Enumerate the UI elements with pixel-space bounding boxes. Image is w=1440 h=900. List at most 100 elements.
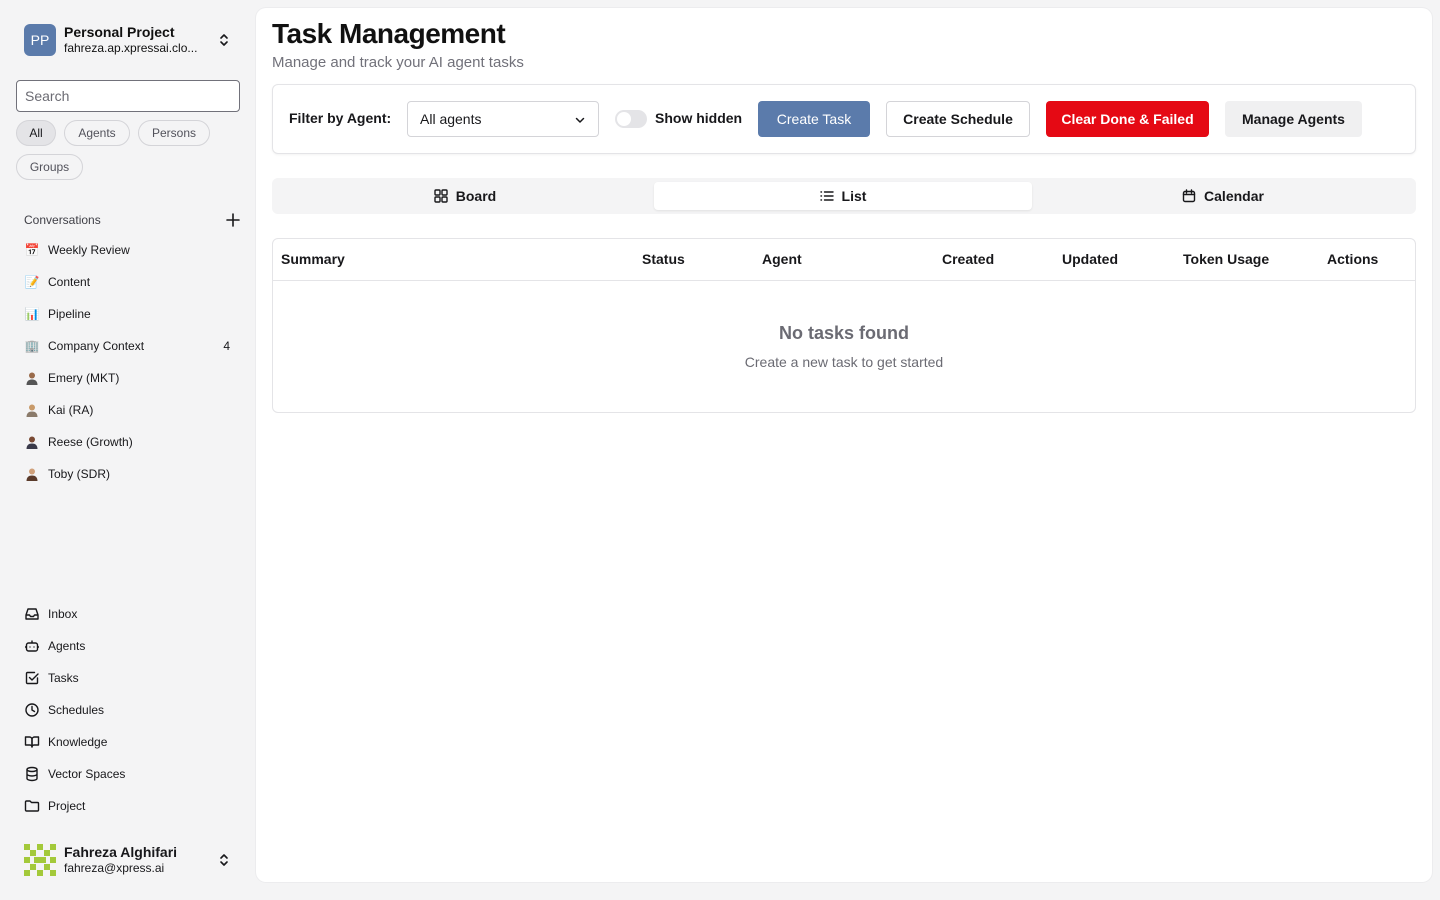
user-info: Fahreza Alghifari fahreza@xpress.ai [64,844,216,876]
tab-label: List [841,188,867,204]
project-info: Personal Project fahreza.ap.xpressai.clo… [64,24,216,56]
task-table: Summary Status Agent Created Updated Tok… [272,238,1416,413]
person-avatar-icon [24,402,40,418]
table-header: Summary Status Agent Created Updated Tok… [273,239,1415,281]
conversation-item-weekly-review[interactable]: 📅 Weekly Review [16,236,240,264]
user-menu[interactable]: Fahreza Alghifari fahreza@xpress.ai [16,836,240,884]
empty-state-subtitle: Create a new task to get started [744,354,944,370]
filter-chip-groups[interactable]: Groups [16,154,83,180]
person-avatar-icon [24,370,40,386]
column-header-token-usage[interactable]: Token Usage [1183,251,1269,267]
column-header-created[interactable]: Created [942,251,994,267]
main-panel: Task Management Manage and track your AI… [256,8,1432,882]
filter-chip-persons[interactable]: Persons [138,120,210,146]
inbox-icon [24,606,40,622]
chevron-down-icon [575,117,585,123]
conversation-label: Weekly Review [48,243,130,257]
empty-state-title: No tasks found [778,323,909,343]
show-hidden-toggle[interactable] [615,110,647,128]
tab-label: Board [455,188,497,204]
conversation-item-emery[interactable]: Emery (MKT) [16,364,240,392]
task-toolbar: Filter by Agent: All agents Show hidden … [272,84,1416,154]
agent-filter-select[interactable]: All agents [407,101,599,137]
conversation-label: Pipeline [48,307,91,321]
sidebar-item-label: Knowledge [48,735,108,749]
sidebar-item-label: Vector Spaces [48,767,126,781]
list-icon [819,191,834,201]
manage-agents-button[interactable]: Manage Agents [1225,101,1362,137]
filter-chip-all[interactable]: All [16,120,56,146]
sidebar-item-vector-spaces[interactable]: Vector Spaces [16,760,240,788]
sidebar: PP Personal Project fahreza.ap.xpressai.… [0,0,256,900]
tab-label: Calendar [1204,188,1264,204]
sidebar-item-project[interactable]: Project [16,792,240,820]
chevrons-up-down-icon [220,34,228,46]
sidebar-item-label: Agents [48,639,86,653]
conversation-item-toby[interactable]: Toby (SDR) [16,460,240,488]
project-account: fahreza.ap.xpressai.clo... [64,41,198,55]
chevrons-up-down-icon [220,854,228,866]
column-header-updated[interactable]: Updated [1062,251,1118,267]
conversations-header: Conversations [24,210,240,230]
person-avatar-icon [24,466,40,482]
sidebar-item-knowledge[interactable]: Knowledge [16,728,240,756]
filter-label: Filter by Agent: [289,110,392,126]
tab-board[interactable]: Board [276,182,654,210]
create-task-button[interactable]: Create Task [758,101,870,137]
calendar-icon [1182,189,1196,203]
show-hidden-label: Show hidden [655,110,743,126]
sidebar-item-inbox[interactable]: Inbox [16,600,240,628]
conversation-item-kai[interactable]: Kai (RA) [16,396,240,424]
bot-icon [24,638,40,654]
tab-calendar[interactable]: Calendar [1034,182,1412,210]
column-header-agent[interactable]: Agent [762,251,802,267]
conversations-heading: Conversations [24,213,101,227]
search-input[interactable] [16,80,240,112]
column-header-actions: Actions [1327,251,1379,267]
conversation-item-pipeline[interactable]: 📊 Pipeline [16,300,240,328]
conversation-label: Kai (RA) [48,403,94,417]
conversation-item-company-context[interactable]: 🏢 Company Context 4 [16,332,240,360]
sidebar-item-agents[interactable]: Agents [16,632,240,660]
check-square-icon [24,670,40,686]
calendar-emoji-icon: 📅 [24,243,40,257]
grid-icon [434,189,448,203]
column-header-status[interactable]: Status [642,251,685,267]
conversation-label: Company Context [48,339,145,353]
plus-icon[interactable] [226,213,240,227]
conversation-item-reese[interactable]: Reese (Growth) [16,428,240,456]
sidebar-item-label: Tasks [48,671,79,685]
page-title: Task Management [272,18,506,49]
user-email: fahreza@xpress.ai [64,861,165,875]
create-schedule-button[interactable]: Create Schedule [886,101,1030,137]
memo-emoji-icon: 📝 [24,275,40,289]
sidebar-item-schedules[interactable]: Schedules [16,696,240,724]
view-tabs: Board List Calendar [272,178,1416,214]
book-open-icon [24,734,40,750]
avatar [24,844,56,876]
database-icon [24,766,40,782]
project-switcher[interactable]: PP Personal Project fahreza.ap.xpressai.… [16,16,240,64]
sidebar-item-label: Inbox [48,607,78,621]
conversation-label: Emery (MKT) [48,371,120,385]
sidebar-item-label: Schedules [48,703,105,717]
sidebar-item-label: Project [48,799,86,813]
agent-filter-value: All agents [420,111,482,127]
tab-list[interactable]: List [654,182,1032,210]
project-avatar: PP [24,24,56,56]
unread-count-badge: 4 [223,339,230,353]
conversation-label: Toby (SDR) [48,467,111,481]
bar-chart-emoji-icon: 📊 [24,307,40,321]
sidebar-item-tasks[interactable]: Tasks [16,664,240,692]
column-header-summary[interactable]: Summary [281,251,345,267]
page-subtitle: Manage and track your AI agent tasks [272,54,524,71]
folder-icon [24,798,40,814]
project-name: Personal Project [64,24,175,40]
conversation-label: Reese (Growth) [48,435,133,449]
conversation-label: Content [48,275,91,289]
filter-chip-agents[interactable]: Agents [64,120,130,146]
clear-done-failed-button[interactable]: Clear Done & Failed [1046,101,1209,137]
conversation-item-content[interactable]: 📝 Content [16,268,240,296]
clock-icon [24,702,40,718]
person-avatar-icon [24,434,40,450]
